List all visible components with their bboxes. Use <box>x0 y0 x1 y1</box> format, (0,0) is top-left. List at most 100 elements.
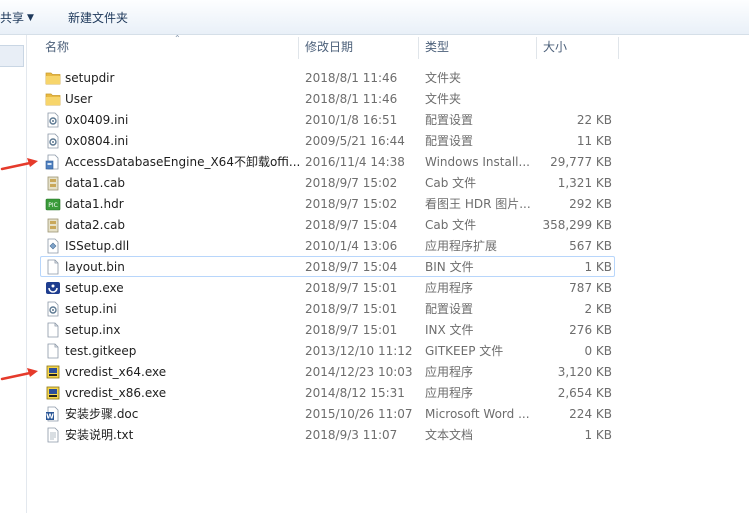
file-name: data1.cab <box>65 176 126 190</box>
file-date-modified: 2018/9/7 15:02 <box>305 176 398 190</box>
file-type: 应用程序 <box>425 281 474 295</box>
file-type: 文本文档 <box>425 428 474 442</box>
file-date-modified: 2014/12/23 10:03 <box>305 365 413 379</box>
column-divider[interactable] <box>618 37 619 59</box>
file-row[interactable]: 0x0409.ini 2010/1/8 16:51 配置设置 22 KB <box>40 109 615 130</box>
file-row[interactable]: ISSetup.dll 2010/1/4 13:06 应用程序扩展 567 KB <box>40 235 615 256</box>
file-name: 安装步骤.doc <box>65 407 139 421</box>
file-size: 358,299 KB <box>542 218 612 232</box>
file-row[interactable]: data1.cab 2018/9/7 15:02 Cab 文件 1,321 KB <box>40 172 615 193</box>
file-type: BIN 文件 <box>425 260 474 274</box>
file-row[interactable]: W 安装步骤.doc 2015/10/26 11:07 Microsoft Word … <box>40 403 615 424</box>
file-date-modified: 2018/9/7 15:04 <box>305 218 398 232</box>
file-size: 3,120 KB <box>557 365 612 379</box>
file-type: Cab 文件 <box>425 176 477 190</box>
command-bar: 共享 ▼ 新建文件夹 <box>0 0 749 35</box>
annotation-arrows <box>0 158 38 381</box>
file-row[interactable]: 0x0804.ini 2009/5/21 16:44 配置设置 11 KB <box>40 130 615 151</box>
file-size: 1 KB <box>584 428 612 442</box>
new-folder-button[interactable]: 新建文件夹 <box>68 10 128 26</box>
file-size: 2,654 KB <box>557 386 612 400</box>
file-name: setup.exe <box>65 281 124 295</box>
file-type: INX 文件 <box>425 323 474 337</box>
file-type: Microsoft Word ... <box>425 407 530 421</box>
file-name: ISSetup.dll <box>65 239 130 253</box>
file-name: 0x0409.ini <box>65 113 129 127</box>
file-row[interactable]: layout.bin 2018/9/7 15:04 BIN 文件 1 KB <box>40 256 615 277</box>
file-type: 应用程序 <box>425 365 474 379</box>
file-date-modified: 2018/9/3 11:07 <box>305 428 398 442</box>
file-date-modified: 2015/10/26 11:07 <box>305 407 413 421</box>
file-row[interactable]: setup.ini 2018/9/7 15:01 配置设置 2 KB <box>40 298 615 319</box>
file-size: 567 KB <box>569 239 612 253</box>
file-row[interactable]: setupdir 2018/8/1 11:46 文件夹 <box>40 67 615 88</box>
file-row[interactable]: setup.inx 2018/9/7 15:01 INX 文件 276 KB <box>40 319 615 340</box>
file-name: test.gitkeep <box>65 344 137 358</box>
file-name: vcredist_x64.exe <box>65 365 167 379</box>
file-date-modified: 2018/8/1 11:46 <box>305 92 398 106</box>
file-row[interactable]: PIC data1.hdr 2018/9/7 15:02 看图王 HDR 图片... 2… <box>40 193 615 214</box>
file-size: 1 KB <box>584 260 612 274</box>
file-row[interactable]: setup.exe 2018/9/7 15:01 应用程序 787 KB <box>40 277 615 298</box>
file-date-modified: 2018/8/1 11:46 <box>305 71 398 85</box>
file-name: User <box>65 92 93 106</box>
file-date-modified: 2018/9/7 15:01 <box>305 281 398 295</box>
file-size: 276 KB <box>569 323 612 337</box>
column-header-size[interactable]: 大小 <box>537 35 619 60</box>
sort-ascending-icon: ⌃ <box>174 34 181 43</box>
file-size: 1,321 KB <box>557 176 612 190</box>
file-row[interactable]: test.gitkeep 2013/12/10 11:12 GITKEEP 文件 0 … <box>40 340 615 361</box>
file-type: GITKEEP 文件 <box>425 344 504 358</box>
file-type: 应用程序 <box>425 386 474 400</box>
file-type: 配置设置 <box>425 302 474 316</box>
file-type: 文件夹 <box>425 71 462 85</box>
file-name: AccessDatabaseEngine_X64不卸载offi... <box>65 155 301 169</box>
file-row[interactable]: 安装说明.txt 2018/9/3 11:07 文本文档 1 KB <box>40 424 615 445</box>
file-type: 配置设置 <box>425 113 474 127</box>
file-name: layout.bin <box>65 260 125 274</box>
file-name: setupdir <box>65 71 115 85</box>
file-size: 29,777 KB <box>550 155 612 169</box>
column-header: 名称 ⌃ 修改日期 类型 大小 <box>27 34 749 60</box>
file-date-modified: 2018/9/7 15:04 <box>305 260 398 274</box>
file-type: 应用程序扩展 <box>425 239 498 253</box>
file-name: data2.cab <box>65 218 126 232</box>
red-arrow-icon <box>0 158 38 171</box>
file-type: 配置设置 <box>425 134 474 148</box>
file-size: 787 KB <box>569 281 612 295</box>
file-name: 安装说明.txt <box>65 428 134 442</box>
file-row[interactable]: AccessDatabaseEngine_X64不卸载offi... 2016/1… <box>40 151 615 172</box>
file-row[interactable]: User 2018/8/1 11:46 文件夹 <box>40 88 615 109</box>
file-size: 0 KB <box>584 344 612 358</box>
file-date-modified: 2014/8/12 15:31 <box>305 386 405 400</box>
file-name: 0x0804.ini <box>65 134 129 148</box>
column-header-date[interactable]: 修改日期 <box>299 35 419 60</box>
file-size: 22 KB <box>576 113 612 127</box>
file-size: 11 KB <box>576 134 612 148</box>
file-size: 224 KB <box>569 407 612 421</box>
file-row[interactable]: vcredist_x64.exe 2014/12/23 10:03 应用程序 3,12… <box>40 361 615 382</box>
file-name: setup.ini <box>65 302 117 316</box>
file-size: 292 KB <box>569 197 612 211</box>
file-type: 文件夹 <box>425 92 462 106</box>
column-header-name[interactable]: 名称 ⌃ <box>39 34 299 60</box>
file-type: Cab 文件 <box>425 218 477 232</box>
file-date-modified: 2010/1/4 13:06 <box>305 239 398 253</box>
file-date-modified: 2018/9/7 15:02 <box>305 197 398 211</box>
file-type: Windows Install... <box>425 155 530 169</box>
file-date-modified: 2016/11/4 14:38 <box>305 155 405 169</box>
column-header-type[interactable]: 类型 <box>419 35 537 60</box>
file-date-modified: 2013/12/10 11:12 <box>305 344 413 358</box>
red-arrow-icon <box>0 368 38 381</box>
file-size: 2 KB <box>584 302 612 316</box>
file-date-modified: 2018/9/7 15:01 <box>305 323 398 337</box>
file-date-modified: 2018/9/7 15:01 <box>305 302 398 316</box>
file-date-modified: 2009/5/21 16:44 <box>305 134 405 148</box>
file-name: vcredist_x86.exe <box>65 386 167 400</box>
file-name: setup.inx <box>65 323 121 337</box>
file-date-modified: 2010/1/8 16:51 <box>305 113 398 127</box>
file-row[interactable]: vcredist_x86.exe 2014/8/12 15:31 应用程序 2,654… <box>40 382 615 403</box>
file-name: data1.hdr <box>65 197 124 211</box>
file-type: 看图王 HDR 图片... <box>425 197 531 211</box>
file-row[interactable]: data2.cab 2018/9/7 15:04 Cab 文件 358,299 KB <box>40 214 615 235</box>
